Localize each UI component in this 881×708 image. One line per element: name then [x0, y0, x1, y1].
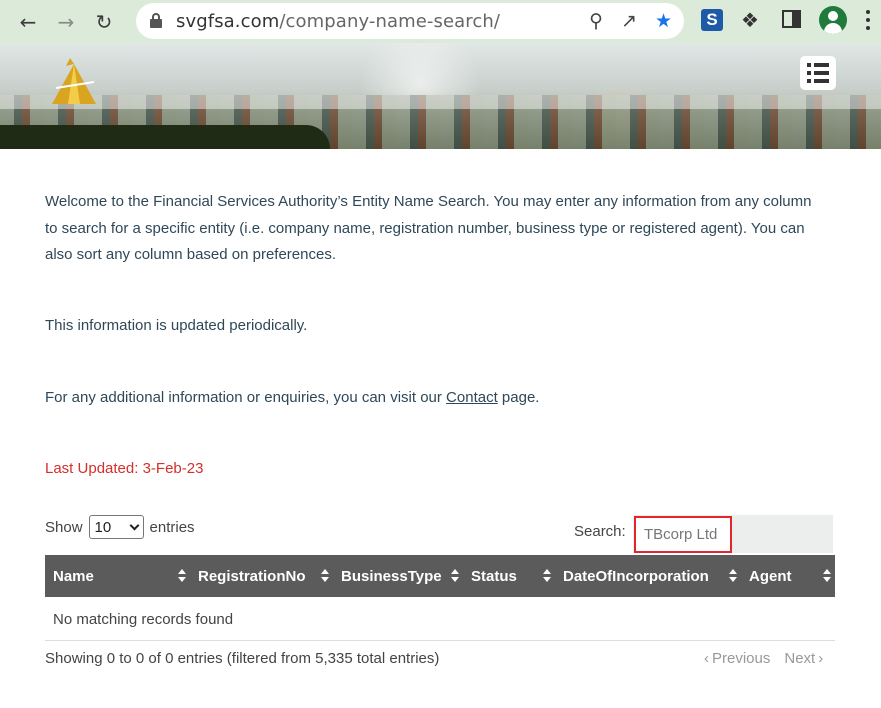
- search-label: Search:: [574, 523, 626, 540]
- bookmark-star-icon[interactable]: ★: [655, 10, 672, 32]
- intro-paragraph: Welcome to the Financial Services Author…: [45, 193, 812, 263]
- fsa-logo[interactable]: [46, 58, 102, 106]
- address-bar[interactable]: svgfsa.com/company-name-search/ ⚲ ↗ ★: [136, 3, 684, 39]
- kebab-menu-icon[interactable]: [866, 10, 870, 30]
- empty-table-message: No matching records found: [53, 611, 234, 628]
- browser-toolbar: ← → ↻ svgfsa.com/company-name-search/ ⚲ …: [0, 0, 881, 43]
- last-updated: Last Updated: 3-Feb-23: [45, 460, 204, 477]
- previous-button[interactable]: ‹ Previous: [704, 646, 770, 672]
- sort-icon: [321, 569, 329, 583]
- lock-icon[interactable]: [150, 13, 162, 29]
- pagination: ‹ Previous Next ›: [704, 646, 823, 672]
- forward-icon[interactable]: →: [56, 10, 76, 34]
- contact-link[interactable]: Contact: [446, 389, 498, 406]
- sort-icon: [543, 569, 551, 583]
- search-input[interactable]: [634, 516, 732, 553]
- reload-icon[interactable]: ↻: [94, 10, 114, 34]
- table-info: Showing 0 to 0 of 0 entries (filtered fr…: [45, 650, 440, 667]
- entries-select[interactable]: 10: [88, 515, 144, 539]
- side-panel-icon[interactable]: [782, 10, 801, 28]
- contact-paragraph: For any additional information or enquir…: [45, 389, 540, 406]
- column-header-registrationno[interactable]: RegistrationNo: [190, 555, 333, 597]
- sort-icon: [823, 569, 831, 583]
- entries-length-control: Show 10 entries: [45, 515, 195, 539]
- column-header-name[interactable]: Name: [45, 555, 190, 597]
- table-divider: [45, 640, 835, 641]
- hero-banner: [0, 43, 881, 149]
- extension-s-icon[interactable]: S: [701, 9, 723, 31]
- update-note: This information is updated periodically…: [45, 317, 308, 334]
- sort-icon: [178, 569, 186, 583]
- chevron-left-icon: ‹: [704, 650, 709, 667]
- chevron-down-icon: [129, 520, 139, 530]
- back-icon[interactable]: ←: [18, 10, 38, 34]
- column-header-businesstype[interactable]: BusinessType: [333, 555, 463, 597]
- table-header: Name RegistrationNo BusinessType Status …: [45, 555, 835, 597]
- next-button[interactable]: Next ›: [784, 646, 823, 672]
- extension-puzzle-icon[interactable]: ❖: [741, 8, 759, 32]
- sort-icon: [451, 569, 459, 583]
- hamburger-menu-icon[interactable]: [800, 56, 836, 90]
- url-text[interactable]: svgfsa.com/company-name-search/: [176, 11, 500, 32]
- column-header-agent[interactable]: Agent: [741, 555, 835, 597]
- sort-icon: [729, 569, 737, 583]
- profile-avatar-icon[interactable]: [819, 6, 847, 34]
- column-header-status[interactable]: Status: [463, 555, 555, 597]
- chevron-right-icon: ›: [818, 650, 824, 667]
- share-icon[interactable]: ↗: [621, 10, 637, 32]
- column-header-dateofincorporation[interactable]: DateOfIncorporation: [555, 555, 741, 597]
- zoom-icon[interactable]: ⚲: [589, 10, 603, 32]
